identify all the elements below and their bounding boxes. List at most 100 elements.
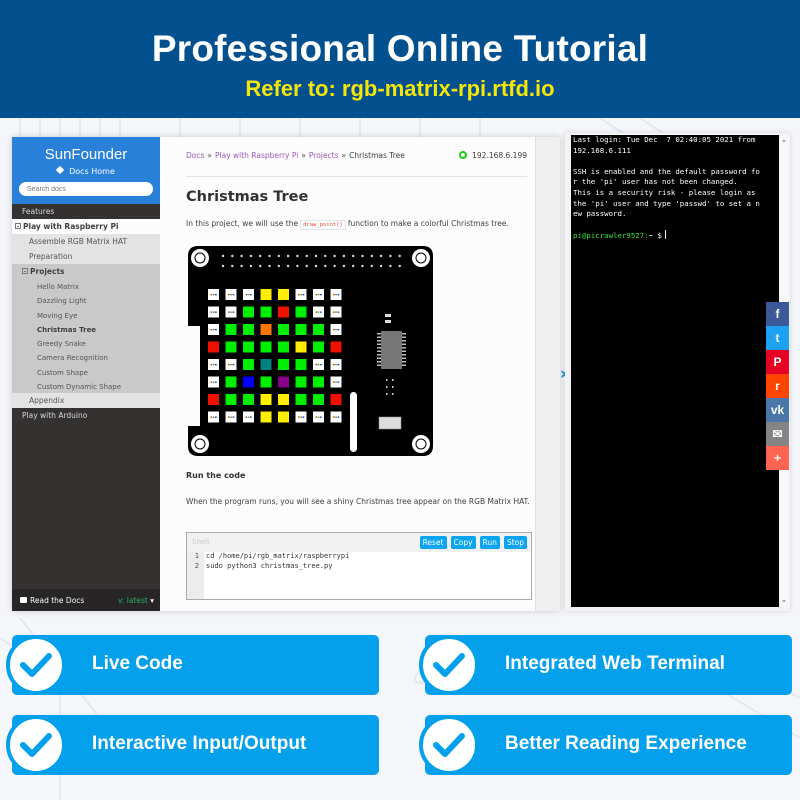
sidebar-item-custom-dynamic-shape[interactable]: Custom Dynamic Shape xyxy=(12,379,160,394)
sunfounder-logo[interactable]: SunFounder xyxy=(12,146,160,163)
header-pin xyxy=(221,254,225,258)
share-vk-button[interactable]: vk xyxy=(766,398,789,422)
led-pixel xyxy=(260,324,272,335)
header-pin xyxy=(221,264,225,268)
sidebar-item-assemble-rgb-matrix-hat[interactable]: Assemble RGB Matrix HAT xyxy=(12,234,160,249)
rgb-matrix-hat-image xyxy=(188,246,433,456)
led-pixel xyxy=(243,376,254,388)
breadcrumb-separator: » xyxy=(341,151,347,160)
sidebar-item-preparation[interactable]: Preparation xyxy=(12,249,160,264)
sidebar-item-greedy-snake[interactable]: Greedy Snake xyxy=(12,336,160,351)
section-heading: Run the code xyxy=(186,471,246,480)
header-pin xyxy=(324,264,327,268)
header-pin xyxy=(352,254,355,258)
led-pixel xyxy=(295,324,307,335)
breadcrumb-separator: » xyxy=(207,151,212,160)
led-pixel xyxy=(295,394,307,405)
header-pin xyxy=(286,264,290,268)
sidebar-item-dazzling-light[interactable]: Dazzling Light xyxy=(12,293,160,308)
sidebar-item-christmas-tree[interactable]: Christmas Tree xyxy=(12,321,160,337)
led-pixel xyxy=(313,394,324,405)
breadcrumb-item[interactable]: Play with Raspberry Pi xyxy=(215,151,298,160)
led-pixel xyxy=(313,376,324,388)
header-pin xyxy=(305,264,308,268)
share-email-button[interactable]: ✉ xyxy=(766,422,789,446)
banner-subtitle: Refer to: rgb-matrix-rpi.rtfd.io xyxy=(245,76,555,101)
led-pixel xyxy=(208,341,219,353)
collapse-toggle-icon[interactable] xyxy=(22,268,28,274)
sidebar-item-camera-recognition[interactable]: Camera Recognition xyxy=(12,350,160,365)
shell-code-block: Shell Reset Copy Run Stop 1 cd /home/pi/r… xyxy=(186,532,532,600)
terminal-prompt: pi@picrawler9527: xyxy=(573,231,649,241)
page-title: Christmas Tree xyxy=(186,189,309,205)
feature-label: Better Reading Experience xyxy=(505,733,747,754)
sidebar-item-play-with-raspberry-pi[interactable]: Play with Raspberry Pi xyxy=(12,219,160,234)
reset-button[interactable]: Reset xyxy=(419,536,447,549)
check-icon xyxy=(419,715,479,775)
version-selector[interactable]: v: latest ▾ xyxy=(118,596,154,605)
pinterest-icon: P xyxy=(773,355,782,369)
header-pin xyxy=(389,264,392,268)
share-twitter-button[interactable]: t xyxy=(766,326,789,350)
led-pixel xyxy=(330,394,342,405)
header-pin xyxy=(314,254,318,258)
header-pin xyxy=(277,254,280,258)
divider xyxy=(186,176,527,177)
copy-button[interactable]: Copy xyxy=(450,536,476,549)
read-the-docs-label[interactable]: Read the Docs xyxy=(30,596,84,605)
docs-home-link[interactable]: Docs Home xyxy=(12,165,160,176)
header-pin xyxy=(240,254,243,258)
sidebar-item-hello-matrix[interactable]: Hello Matrix xyxy=(12,279,160,294)
led-pixel xyxy=(260,341,272,353)
share-pinterest-button[interactable]: P xyxy=(766,350,789,374)
stop-button[interactable]: Stop xyxy=(503,536,527,549)
led-pixel xyxy=(225,341,237,353)
collapse-toggle-icon[interactable] xyxy=(15,223,21,229)
led-pixel xyxy=(243,341,254,353)
header-pin xyxy=(389,254,392,258)
share-facebook-button[interactable]: f xyxy=(766,302,789,326)
header-pin xyxy=(268,264,271,268)
sidebar-item-features[interactable]: Features xyxy=(12,204,160,219)
intro-paragraph: In this project, we will use the draw_poi… xyxy=(186,219,509,230)
check-icon xyxy=(419,635,479,695)
code-line: 2 sudo python3 christmas_tree.py xyxy=(194,561,333,570)
share-more-button[interactable]: + xyxy=(766,446,789,470)
sidebar-item-moving-eye[interactable]: Moving Eye xyxy=(12,307,160,322)
terminal-line: 192.168.6.111 xyxy=(573,145,631,155)
sidebar-item-custom-shape[interactable]: Custom Shape xyxy=(12,364,160,380)
led-pixel xyxy=(313,324,324,335)
header-pin xyxy=(398,254,401,258)
led-pixel xyxy=(260,376,272,388)
share-reddit-button[interactable]: r xyxy=(766,374,789,398)
led-pixel xyxy=(243,359,254,370)
feature-live-code: Live Code xyxy=(12,635,379,695)
search-input[interactable] xyxy=(19,182,153,196)
terminal-line: r the 'pi' user has not been changed. xyxy=(573,177,738,187)
breadcrumb-item[interactable]: Docs xyxy=(186,151,204,160)
connection-status: 192.168.6.199 xyxy=(459,151,527,160)
header-pin xyxy=(231,254,234,258)
sidebar-item-appendix[interactable]: Appendix xyxy=(12,393,160,409)
breadcrumb-item[interactable]: Projects xyxy=(309,151,339,160)
led-pixel xyxy=(243,306,254,318)
web-terminal[interactable]: Last login: Tue Dec 7 02:40:05 2021 from… xyxy=(571,135,779,607)
feature-interactive-io: Interactive Input/Output xyxy=(12,715,379,775)
content-scrollbar[interactable] xyxy=(535,137,560,611)
code-editor[interactable]: 1 cd /home/pi/rgb_matrix/raspberrypi 2 sud… xyxy=(187,552,531,599)
led-pixel xyxy=(208,394,219,405)
terminal-prompt-line: pi@picrawler9527:~ $ xyxy=(573,230,777,242)
header-pin xyxy=(370,264,373,268)
breadcrumb-item: Christmas Tree xyxy=(349,151,405,160)
controller-chip xyxy=(381,331,402,369)
sidebar-item-play-with-arduino[interactable]: Play with Arduino xyxy=(12,408,160,423)
header-pin xyxy=(324,254,327,258)
led-pixel xyxy=(243,324,254,335)
led-pixel xyxy=(260,289,272,300)
slot xyxy=(350,392,357,452)
run-button[interactable]: Run xyxy=(479,536,500,549)
sidebar-item-projects[interactable]: Projects xyxy=(12,264,160,279)
more-icon: + xyxy=(773,451,781,465)
